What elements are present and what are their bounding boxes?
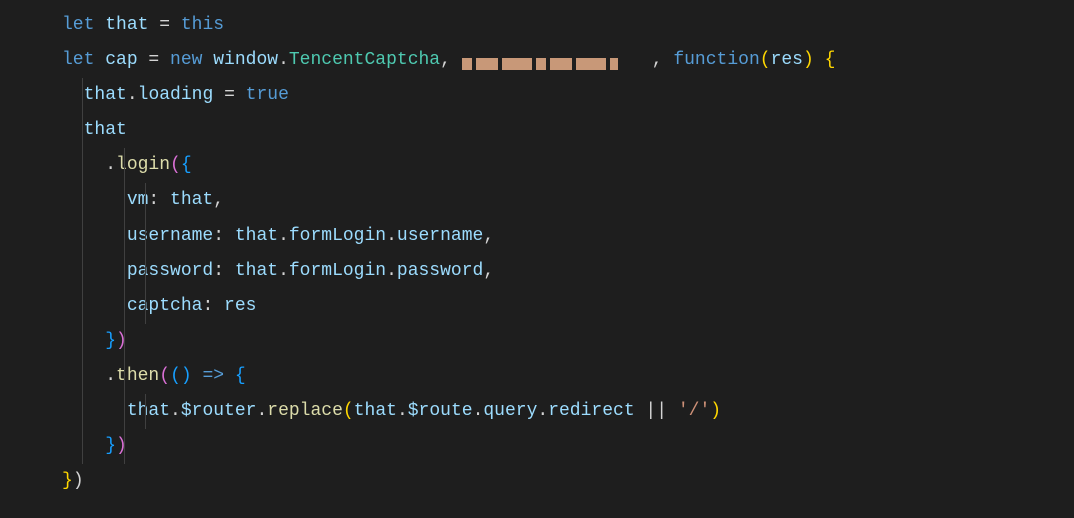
code-line: that.loading = true	[0, 78, 1074, 113]
keyword-new: new	[170, 50, 202, 70]
keyword-let: let	[62, 15, 94, 35]
keyword-this: this	[181, 15, 224, 35]
op-eq: =	[148, 15, 180, 35]
code-line: vm: that,	[0, 183, 1074, 218]
keyword-function: function	[673, 50, 759, 70]
var-that: that	[105, 15, 148, 35]
code-line: .then(() => {	[0, 359, 1074, 394]
code-line: })	[0, 324, 1074, 359]
class-tencentcaptcha: TencentCaptcha	[289, 50, 440, 70]
var-cap: cap	[105, 50, 137, 70]
param-res: res	[771, 50, 803, 70]
code-line: captcha: res	[0, 289, 1074, 324]
code-line: username: that.formLogin.username,	[0, 219, 1074, 254]
code-line: that	[0, 113, 1074, 148]
code-line: .login({	[0, 148, 1074, 183]
code-line: })	[0, 464, 1074, 499]
code-line: that.$router.replace(that.$route.query.r…	[0, 394, 1074, 429]
prop-loading: loading	[138, 85, 214, 105]
bool-true: true	[246, 85, 289, 105]
code-line: let cap = new window.TencentCaptcha, , f…	[0, 43, 1074, 78]
prop-captcha: captcha	[127, 296, 203, 316]
prop-username: username	[127, 226, 213, 246]
keyword-let: let	[62, 50, 94, 70]
code-editor[interactable]: let that = this let cap = new window.Ten…	[0, 0, 1074, 499]
var-window: window	[213, 50, 278, 70]
redacted-content	[462, 47, 652, 67]
code-line: let that = this	[0, 8, 1074, 43]
prop-router: $router	[181, 401, 257, 421]
prop-password: password	[127, 261, 213, 281]
code-line: })	[0, 429, 1074, 464]
op-eq: =	[138, 50, 170, 70]
code-line: password: that.formLogin.password,	[0, 254, 1074, 289]
func-replace: replace	[267, 401, 343, 421]
string-literal: '/'	[678, 401, 710, 421]
var-that: that	[84, 85, 127, 105]
var-that: that	[84, 120, 127, 140]
func-then: then	[116, 366, 159, 386]
